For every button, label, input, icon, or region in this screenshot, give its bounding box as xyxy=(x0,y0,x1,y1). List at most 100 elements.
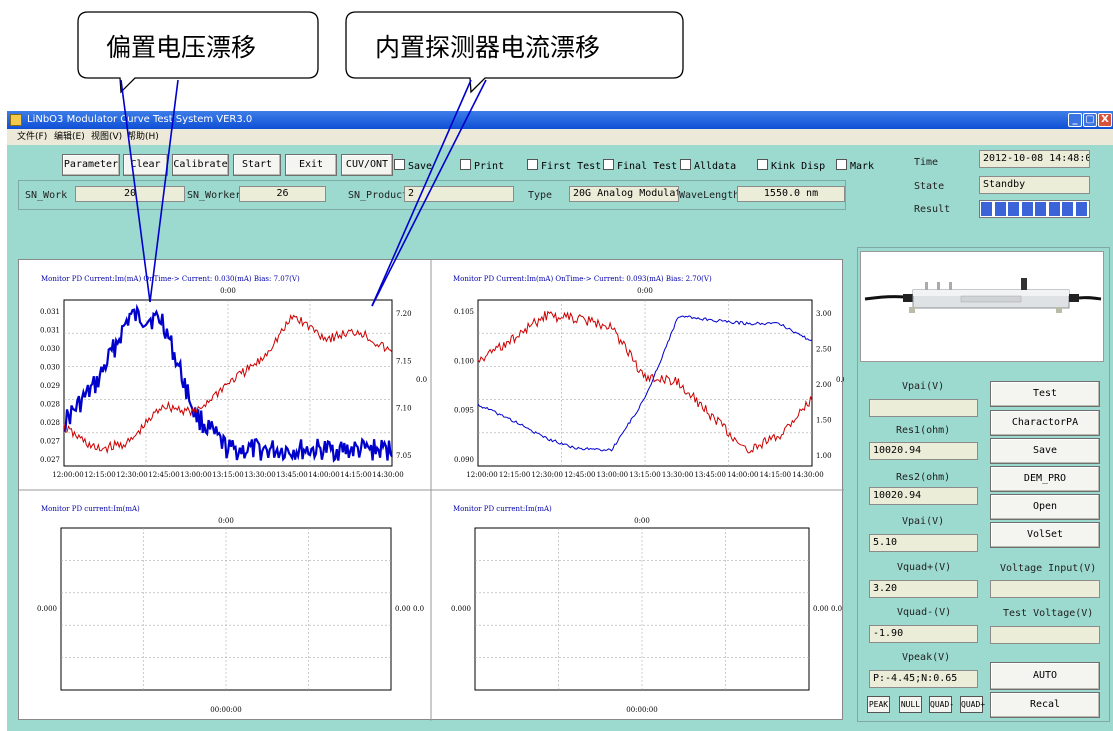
y-tick-right: 2.00 xyxy=(816,381,832,389)
recal-button[interactable]: Recal xyxy=(990,692,1100,718)
chart-header: Monitor PD Current:Im(mA) OnTime-> Curre… xyxy=(453,275,712,283)
save-checkbox[interactable]: Save xyxy=(394,159,432,173)
charactorpa-button[interactable]: CharactorPA xyxy=(990,410,1100,436)
x-tick-label: 13:00:00 xyxy=(180,471,211,479)
kink-disp-checkbox[interactable]: Kink Disp xyxy=(757,159,825,173)
quad-plus-button[interactable]: QUAD+ xyxy=(960,696,985,713)
parameter-button[interactable]: Parameter xyxy=(62,154,120,176)
y-tick-right: 7.15 xyxy=(396,357,412,365)
final-test-checkbox[interactable]: Final Test xyxy=(603,159,677,173)
clear-button[interactable]: Clear xyxy=(123,154,168,176)
wavelength-label: WaveLength xyxy=(679,190,740,201)
x-tick-label: 14:30:00 xyxy=(792,471,823,479)
type-label: Type xyxy=(528,190,553,201)
vquad-plus-field[interactable]: 3.20 xyxy=(869,580,978,598)
x-tick-label: 14:00:00 xyxy=(727,471,758,479)
peak-button[interactable]: PEAK xyxy=(867,696,890,713)
print-checkbox[interactable]: Print xyxy=(460,159,504,173)
modulator-device-image xyxy=(864,278,1102,313)
x-tick-label: 14:30:00 xyxy=(372,471,403,479)
x-tick-label: 13:30:00 xyxy=(662,471,693,479)
test-button[interactable]: Test xyxy=(990,381,1100,407)
alldata-checkbox-box[interactable] xyxy=(680,159,691,170)
right-side-label: 0.0 xyxy=(413,605,424,613)
app-icon xyxy=(10,114,22,126)
voltage-input-field[interactable] xyxy=(990,580,1100,598)
vpai-label-2: Vpai(V) xyxy=(902,516,945,527)
result-label: Result xyxy=(914,204,951,215)
y-tick-left: 0.000 xyxy=(37,605,57,613)
y-tick-left: 0.030 xyxy=(40,364,60,372)
test-voltage-field[interactable] xyxy=(990,626,1100,644)
save-button[interactable]: Save xyxy=(990,438,1100,464)
exit-button[interactable]: Exit xyxy=(285,154,337,176)
close-button[interactable]: X xyxy=(1098,113,1112,127)
vquad-plus-label: Vquad+(V) xyxy=(897,562,952,573)
mark-checkbox[interactable]: Mark xyxy=(836,159,874,173)
window-title: LiNbO3 Modulator Curve Test System VER3.… xyxy=(27,114,253,125)
sn-worker-field[interactable]: 26 xyxy=(239,186,326,202)
sn-work-field[interactable]: 20 xyxy=(75,186,185,202)
maximize-button[interactable]: ▢ xyxy=(1083,113,1097,127)
menu-view[interactable]: 视图(V) xyxy=(91,129,122,145)
kink-disp-checkbox-box[interactable] xyxy=(757,159,768,170)
chart-header: Monitor PD current:Im(mA) xyxy=(453,505,552,513)
sn-work-label: SN_Work xyxy=(25,190,68,201)
save-checkbox-box[interactable] xyxy=(394,159,405,170)
x-tick-label: 12:00:00 xyxy=(52,471,83,479)
volset-button[interactable]: VolSet xyxy=(990,522,1100,548)
vpai-field-2[interactable]: 5.10 xyxy=(869,534,978,552)
vpeak-label: Vpeak(V) xyxy=(902,652,951,663)
y-tick-left: 0.027 xyxy=(40,456,60,464)
mark-checkbox-box[interactable] xyxy=(836,159,847,170)
alldata-checkbox[interactable]: Alldata xyxy=(680,159,736,173)
vpai-field-1[interactable] xyxy=(869,399,978,417)
minimize-button[interactable]: _ xyxy=(1068,113,1082,127)
y-tick-right: 7.10 xyxy=(396,405,412,413)
vpeak-field[interactable]: P:-4.45;N:0.65 xyxy=(869,670,978,688)
chart-header: Monitor PD current:Im(mA) xyxy=(41,505,140,513)
res1-label: Res1(ohm) xyxy=(896,425,951,436)
y-tick-left: 0.030 xyxy=(40,345,60,353)
start-button[interactable]: Start xyxy=(233,154,281,176)
y-tick-left: 0.027 xyxy=(40,438,60,446)
res2-field[interactable]: 10020.94 xyxy=(869,487,978,505)
x-tick-label: 12:30:00 xyxy=(116,471,147,479)
menu-bar: 文件(F) 编辑(E) 视图(V) 帮助(H) xyxy=(7,129,1113,145)
x-tick-label: 12:00:00 xyxy=(466,471,497,479)
right-side-label: 0.0 xyxy=(416,376,427,384)
y-tick-right: 2.50 xyxy=(816,346,832,354)
charts-svg: Monitor PD Current:Im(mA) OnTime-> Curre… xyxy=(19,260,844,721)
y-tick-left: 0.031 xyxy=(40,308,60,316)
alldata-checkbox-label: Alldata xyxy=(694,161,737,172)
first-test-checkbox[interactable]: First Test xyxy=(527,159,601,173)
quad-minus-button[interactable]: QUAD- xyxy=(929,696,954,713)
calibrate-button[interactable]: Calibrate xyxy=(172,154,229,176)
null-button[interactable]: NULL xyxy=(899,696,922,713)
result-segment xyxy=(1035,202,1046,216)
chart-top-label: 0:00 xyxy=(637,287,653,295)
y-tick-left: 0.028 xyxy=(40,401,60,409)
open-button[interactable]: Open xyxy=(990,494,1100,520)
voltage-input-label: Voltage Input(V) xyxy=(1000,563,1097,574)
type-field[interactable]: 20G Analog Modulato xyxy=(569,186,679,202)
print-checkbox-box[interactable] xyxy=(460,159,471,170)
auto-button[interactable]: AUTO xyxy=(990,662,1100,690)
vquad-minus-field[interactable]: -1.90 xyxy=(869,625,978,643)
menu-file[interactable]: 文件(F) xyxy=(17,129,47,145)
first-test-checkbox-box[interactable] xyxy=(527,159,538,170)
wavelength-field[interactable]: 1550.0 nm xyxy=(737,186,845,202)
menu-edit[interactable]: 编辑(E) xyxy=(54,129,85,145)
dem-pro-button[interactable]: DEM_PRO xyxy=(990,466,1100,492)
y-tick-left: 0.095 xyxy=(454,407,474,415)
time-field: 2012-10-08 14:48:09 xyxy=(979,150,1090,168)
cuv-ont-button[interactable]: CUV/ONT xyxy=(341,154,393,176)
sn-product-label: SN_Product xyxy=(348,190,409,201)
result-segment xyxy=(994,202,1006,216)
x-tick-label: 13:15:00 xyxy=(212,471,243,479)
result-indicator xyxy=(979,200,1090,218)
final-test-checkbox-box[interactable] xyxy=(603,159,614,170)
res1-field[interactable]: 10020.94 xyxy=(869,442,978,460)
menu-help[interactable]: 帮助(H) xyxy=(127,129,159,145)
sn-product-field[interactable]: 2 xyxy=(404,186,514,202)
